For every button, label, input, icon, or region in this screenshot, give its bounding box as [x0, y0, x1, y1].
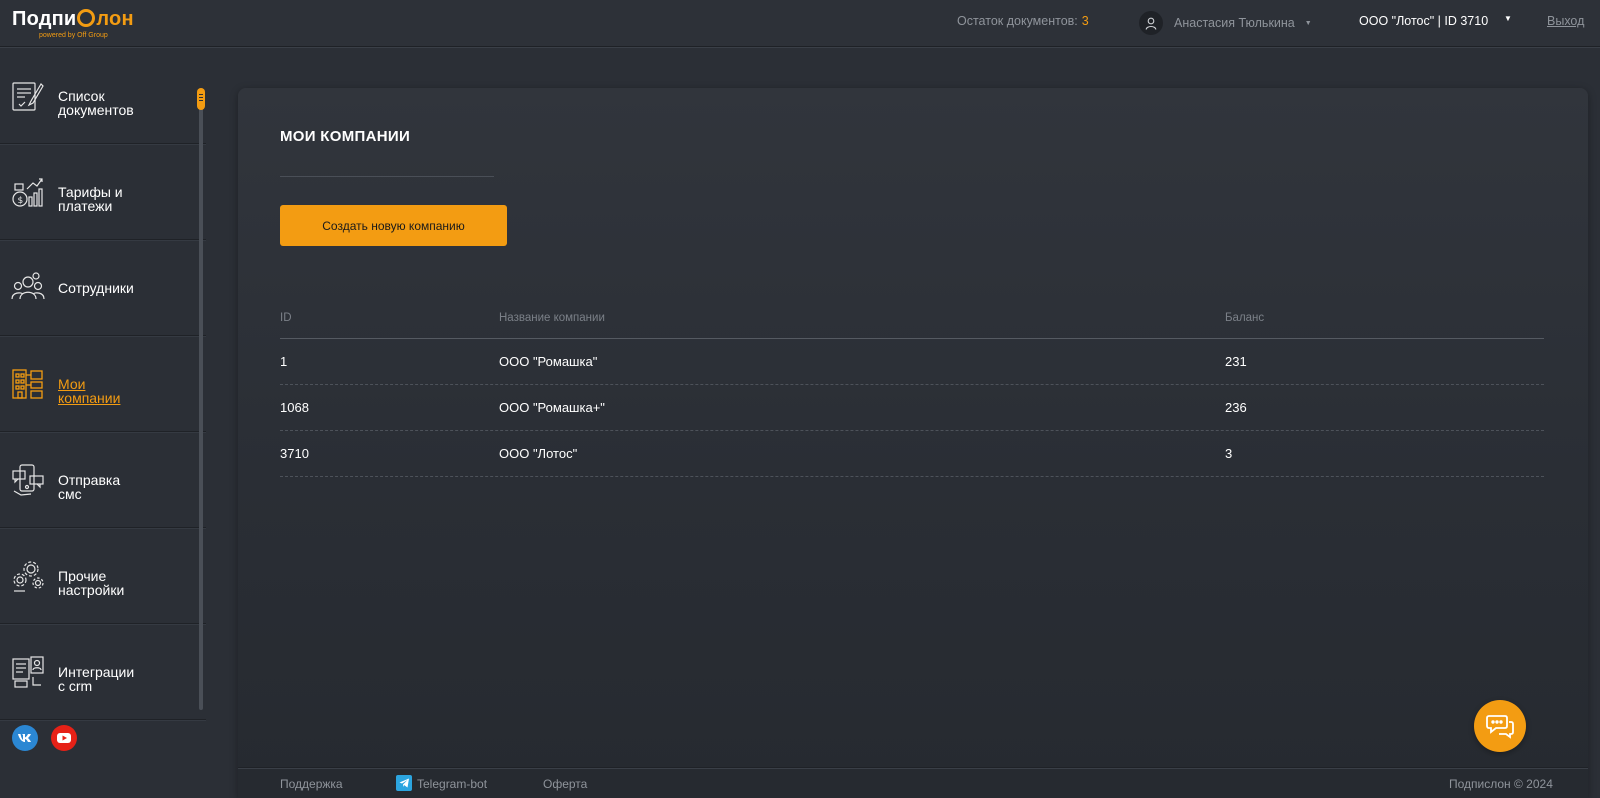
- sidebar-item-label: Прочие настройки: [58, 568, 125, 598]
- chevron-down-icon[interactable]: ▼: [1504, 14, 1512, 23]
- chevron-down-icon: ▼: [1304, 19, 1312, 27]
- cell-name: ООО "Ромашка": [499, 354, 598, 369]
- table-row[interactable]: 1068 ООО "Ромашка+" 236: [280, 385, 1544, 431]
- logo-ring-icon: [77, 9, 96, 27]
- document-list-icon: [12, 81, 44, 111]
- cell-id: 1068: [280, 400, 309, 415]
- table-row[interactable]: 3710 ООО "Лотос" 3: [280, 431, 1544, 477]
- user-icon: [1139, 11, 1163, 35]
- sms-icon: [12, 463, 44, 496]
- title-underline: [280, 176, 494, 177]
- column-header-name[interactable]: Название компании: [499, 312, 605, 324]
- telegram-bot-link[interactable]: Telegram-bot: [417, 777, 487, 791]
- sidebar-item-label: Отправка смс: [58, 472, 121, 502]
- sidebar-scrollbar-track[interactable]: [199, 88, 203, 710]
- sidebar-item-label: Сотрудники: [58, 280, 134, 296]
- page-title: МОИ КОМПАНИИ: [280, 128, 411, 145]
- cell-name: ООО "Ромашка+": [499, 400, 605, 415]
- documents-remaining-label: Остаток документов:: [957, 14, 1078, 28]
- top-header: Подпи лон powered by Off Group Остаток до…: [0, 0, 1600, 47]
- vk-icon[interactable]: [12, 725, 38, 751]
- sidebar-item-label: Тарифы и платежи: [58, 184, 123, 214]
- user-name: Анастасия Тюлькина: [1174, 16, 1295, 30]
- cell-id: 3710: [280, 446, 309, 461]
- logo-subtitle: powered by Off Group: [39, 32, 108, 39]
- cell-balance: 3: [1225, 446, 1233, 461]
- sidebar: Список документов $ Тарифы и платежи Сот…: [0, 48, 206, 798]
- logout-link[interactable]: Выход: [1547, 14, 1584, 28]
- cell-balance: 231: [1225, 354, 1247, 369]
- column-header-id[interactable]: ID: [280, 312, 292, 324]
- main-panel: МОИ КОМПАНИИ Создать новую компанию ID Н…: [238, 88, 1588, 798]
- cell-id: 1: [280, 354, 288, 369]
- sidebar-item-documents[interactable]: Список документов: [0, 48, 206, 144]
- footer-divider: [238, 767, 1588, 768]
- sidebar-item-label: Мои компании: [58, 376, 121, 406]
- tariffs-icon: $: [12, 177, 43, 207]
- chat-bubbles-icon: [1486, 715, 1514, 739]
- sidebar-item-settings[interactable]: Прочие настройки: [0, 528, 206, 624]
- table-row[interactable]: 1 ООО "Ромашка" 231: [280, 339, 1544, 385]
- sidebar-item-crm[interactable]: Интеграции с crm: [0, 624, 206, 720]
- company-select[interactable]: ООО "Лотос" | ID 3710: [1359, 14, 1488, 28]
- offer-link[interactable]: Оферта: [543, 777, 587, 791]
- documents-remaining: Остаток документов: 3: [957, 14, 1089, 28]
- copyright: Подпислон © 2024: [1449, 777, 1553, 791]
- sidebar-item-companies[interactable]: Мои компании: [0, 336, 206, 432]
- documents-remaining-count: 3: [1081, 14, 1089, 28]
- svg-text:$: $: [18, 196, 24, 206]
- create-company-button[interactable]: Создать новую компанию: [280, 205, 507, 246]
- column-header-balance[interactable]: Баланс: [1225, 312, 1264, 324]
- telegram-icon[interactable]: [396, 775, 412, 791]
- sidebar-item-label: Список документов: [58, 88, 134, 118]
- logo-text: Подпи лон: [12, 8, 134, 30]
- crm-icon: [12, 655, 44, 688]
- sidebar-scrollbar-thumb[interactable]: [197, 88, 205, 110]
- sidebar-item-label: Интеграции с crm: [58, 664, 135, 694]
- support-link[interactable]: Поддержка: [280, 777, 343, 791]
- cell-name: ООО "Лотос": [499, 446, 578, 461]
- cell-balance: 236: [1225, 400, 1247, 415]
- chat-button[interactable]: [1474, 700, 1526, 752]
- companies-icon: [12, 368, 43, 399]
- logo[interactable]: Подпи лон powered by Off Group: [12, 6, 152, 42]
- settings-icon: [13, 560, 44, 592]
- user-menu[interactable]: Анастасия Тюлькина ▼: [1139, 11, 1312, 35]
- youtube-icon[interactable]: [51, 725, 77, 751]
- sidebar-item-sms[interactable]: Отправка смс: [0, 432, 206, 528]
- sidebar-item-tariffs[interactable]: $ Тарифы и платежи: [0, 144, 206, 240]
- employees-icon: [11, 271, 45, 299]
- sidebar-item-employees[interactable]: Сотрудники: [0, 240, 206, 336]
